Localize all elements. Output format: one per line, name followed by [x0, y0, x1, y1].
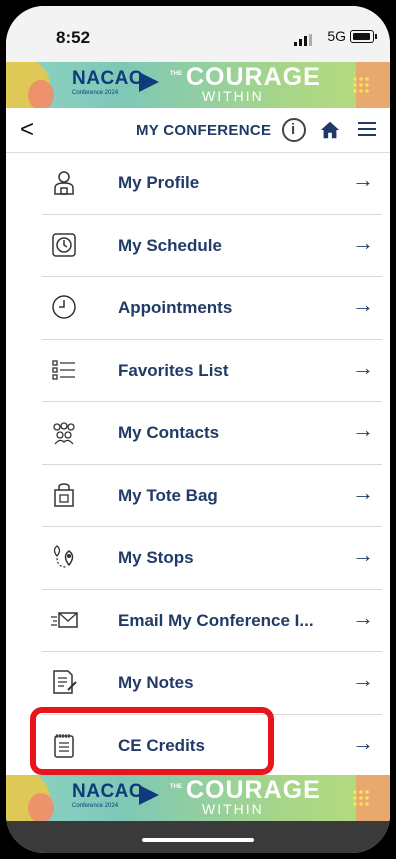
- contacts-icon: [53, 422, 75, 445]
- banner-sub: Conference 2024: [72, 90, 119, 96]
- list-item-contacts[interactable]: My Contacts →: [42, 402, 382, 465]
- flag-icon: [139, 72, 159, 92]
- arrow-right-icon: →: [352, 354, 374, 380]
- list-item-favorites[interactable]: Favorites List →: [42, 340, 382, 402]
- list-item-label: Email My Conference I...: [118, 610, 314, 630]
- conference-menu-list: My Profile → My Schedule → Appointments …: [42, 152, 382, 777]
- list-item-label: My Schedule: [118, 235, 222, 255]
- list-item-my-schedule[interactable]: My Schedule →: [42, 215, 382, 277]
- list-item-label: My Stops: [118, 548, 194, 567]
- arrow-right-icon: →: [352, 479, 374, 505]
- arrow-right-icon: →: [352, 542, 374, 567]
- list-item-label: My Tote Bag: [118, 485, 218, 505]
- list-item-email-conference[interactable]: Email My Conference I... →: [42, 590, 382, 652]
- network-label: 5G: [327, 28, 346, 44]
- flag-icon: [139, 785, 159, 805]
- list-item-label: My Notes: [118, 673, 194, 692]
- list-item-appointments[interactable]: Appointments →: [42, 277, 382, 340]
- arrow-right-icon: →: [352, 292, 374, 317]
- arrow-right-icon: →: [352, 667, 374, 692]
- battery-icon: [350, 30, 377, 43]
- appointment-clock-icon: [52, 295, 76, 319]
- status-time: 8:52: [56, 28, 91, 47]
- banner-sub: Conference 2024: [72, 803, 119, 809]
- list-item-label: Appointments: [118, 298, 233, 317]
- list-item-label: My Profile: [118, 173, 200, 192]
- arrow-right-icon: →: [352, 417, 374, 442]
- home-icon[interactable]: [319, 119, 341, 141]
- status-bar: 8:52 5G: [6, 6, 390, 62]
- bottom-banner: NACAC Conference 2024 THE COURAGE WITHIN: [6, 775, 390, 821]
- location-pins-icon: [53, 545, 74, 568]
- phone-screen: 8:52 5G NACAC Conference 2024 THE COURAG…: [6, 6, 390, 853]
- page-title: MY CONFERENCE: [136, 122, 272, 139]
- clock-icon: [52, 232, 76, 257]
- list-icon: [52, 359, 75, 380]
- profile-icon: [54, 171, 74, 195]
- list-item-notes[interactable]: My Notes →: [42, 652, 382, 715]
- arrow-right-icon: →: [352, 167, 374, 192]
- arrow-right-icon: →: [352, 729, 374, 755]
- envelope-icon: [51, 611, 78, 628]
- list-item-label: CE Credits: [118, 735, 205, 755]
- home-indicator-area: [6, 821, 390, 853]
- arrow-right-icon: →: [352, 604, 374, 630]
- banner-org: NACAC: [72, 68, 144, 89]
- tote-bag-icon: [54, 482, 74, 507]
- banner-the: THE: [170, 784, 182, 790]
- arrow-right-icon: →: [352, 229, 374, 255]
- back-button[interactable]: <: [20, 116, 34, 144]
- notes-icon: [53, 670, 77, 694]
- nav-bar: < MY CONFERENCE: [6, 108, 390, 153]
- list-item-label: My Contacts: [118, 423, 220, 442]
- banner-org: NACAC: [72, 781, 144, 802]
- banner-tag: WITHIN: [202, 88, 264, 104]
- notepad-icon: [54, 733, 74, 758]
- home-indicator[interactable]: [142, 838, 254, 842]
- list-item-my-profile[interactable]: My Profile →: [42, 152, 382, 215]
- banner-tag: WITHIN: [202, 801, 264, 817]
- banner-the: THE: [170, 71, 182, 77]
- info-icon[interactable]: [282, 118, 306, 142]
- list-item-tote-bag[interactable]: My Tote Bag →: [42, 465, 382, 527]
- list-item-ce-credits[interactable]: CE Credits →: [42, 715, 382, 777]
- list-item-label: Favorites List: [118, 360, 229, 380]
- hamburger-menu-icon[interactable]: [358, 122, 376, 136]
- signal-icon: [294, 34, 312, 46]
- list-item-stops[interactable]: My Stops →: [42, 527, 382, 590]
- top-banner: NACAC Conference 2024 THE COURAGE WITHIN: [6, 62, 390, 108]
